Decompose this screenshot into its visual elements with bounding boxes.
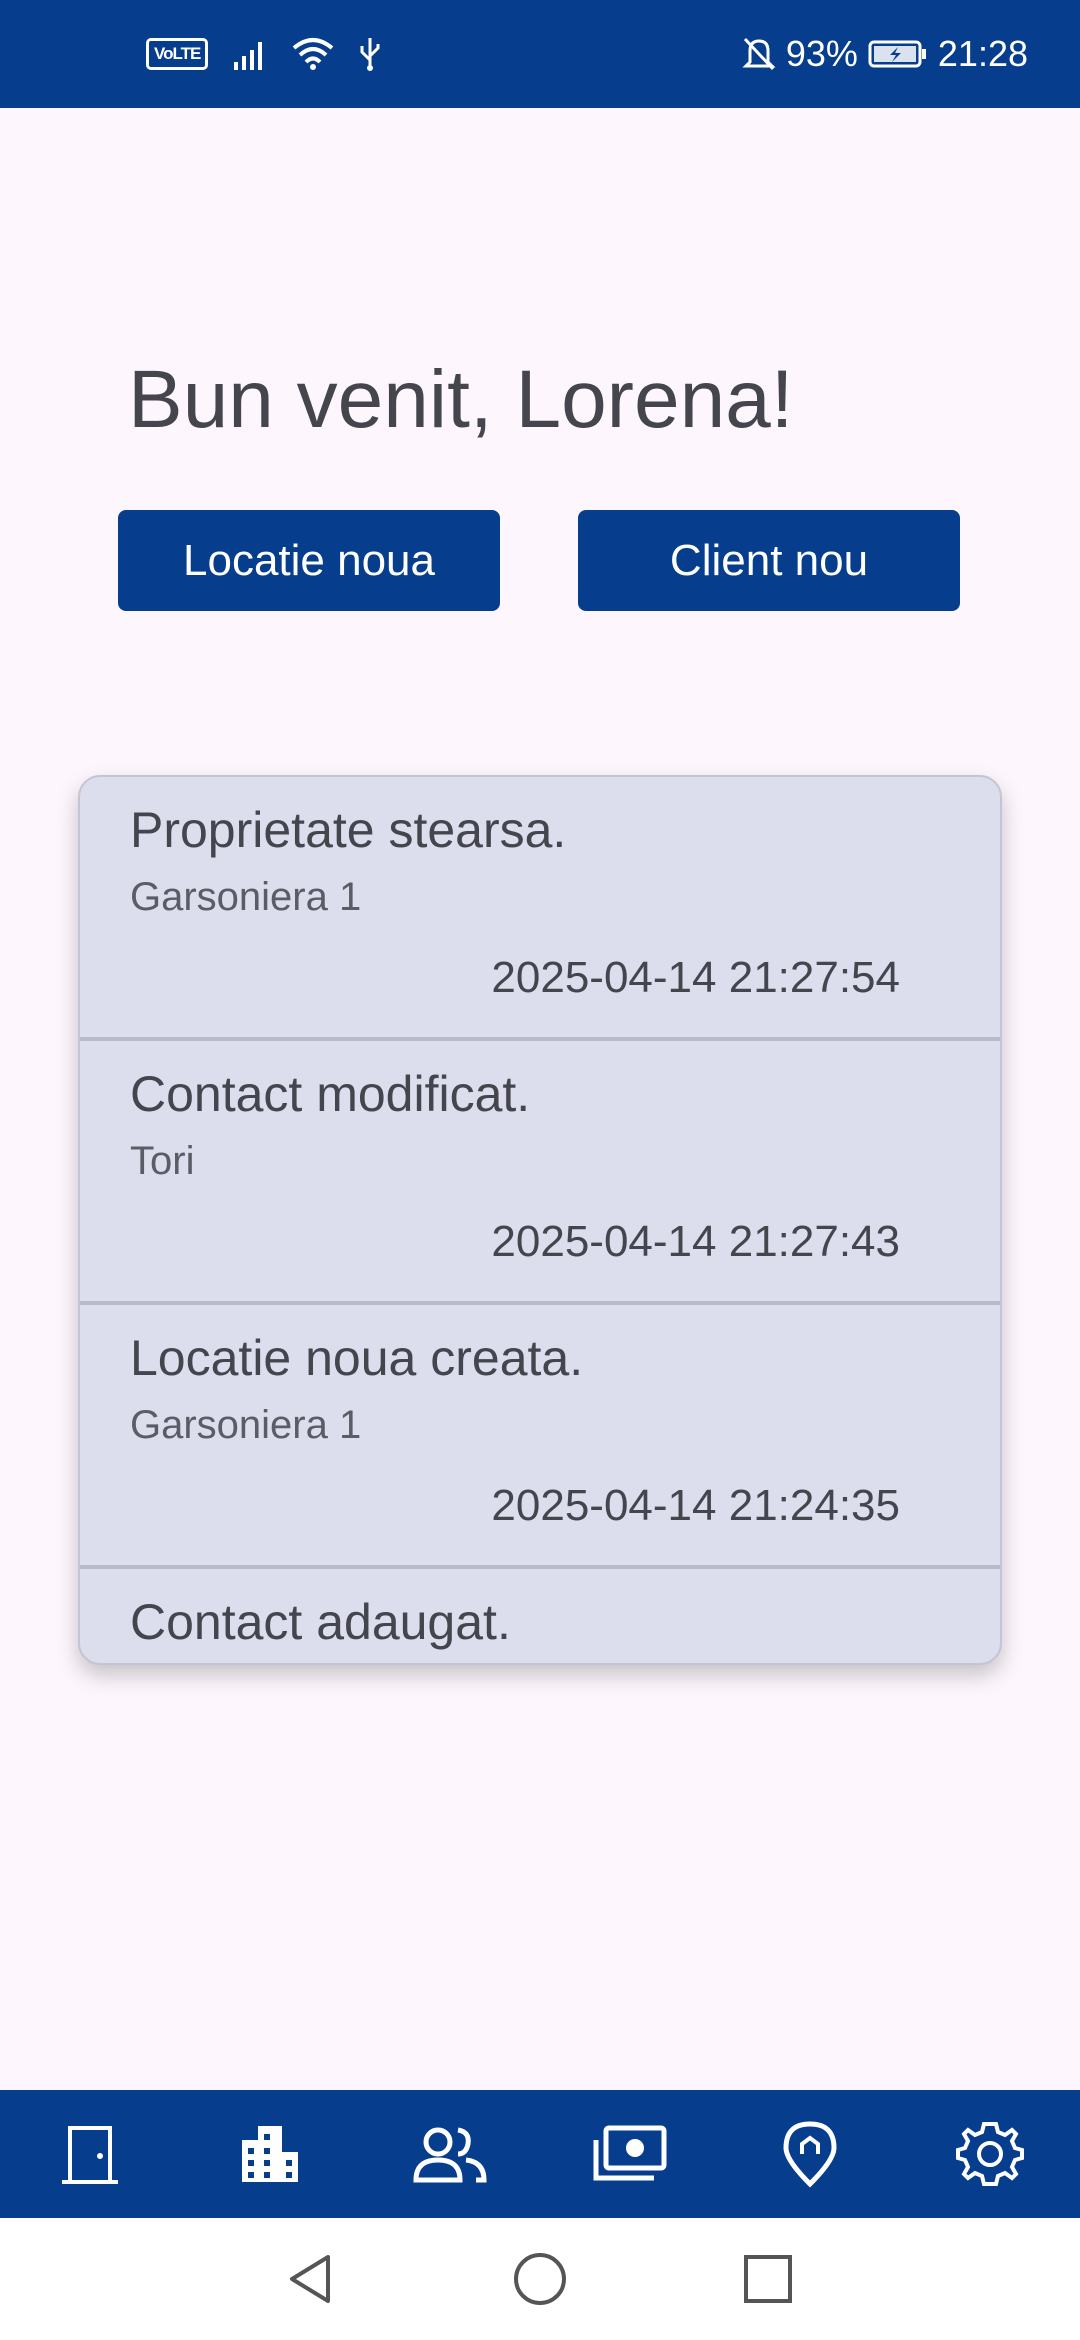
new-client-button[interactable]: Client nou xyxy=(578,510,960,611)
building-icon xyxy=(242,2126,298,2182)
home-icon xyxy=(514,2253,566,2305)
back-button[interactable] xyxy=(250,2218,370,2340)
status-bar: VoLTE 93% 21:28 xyxy=(0,0,1080,108)
status-bar-right: 93% 21:28 xyxy=(742,0,1028,108)
activity-time: 2025-04-14 21:27:43 xyxy=(491,1217,900,1266)
clock: 21:28 xyxy=(937,33,1028,74)
money-icon xyxy=(593,2125,667,2181)
activity-time: 2025-04-14 21:27:54 xyxy=(491,953,900,1002)
usb-icon xyxy=(360,38,380,71)
activity-list[interactable]: Proprietate stearsa. Garsoniera 1 2025-0… xyxy=(78,775,1002,1665)
battery-charging-icon xyxy=(868,40,926,68)
activity-subject: Tori xyxy=(130,1139,195,1183)
door-icon xyxy=(62,2126,118,2184)
battery-percent: 93% xyxy=(785,33,858,74)
people-icon xyxy=(413,2127,487,2183)
activity-title: Contact modificat. xyxy=(130,1066,531,1122)
nav-settings[interactable] xyxy=(930,2094,1050,2214)
activity-subject: Garsoniera 1 xyxy=(130,1403,362,1447)
nav-properties[interactable] xyxy=(30,2094,150,2214)
status-bar-left: VoLTE xyxy=(146,0,382,108)
wifi-icon xyxy=(293,38,334,70)
nav-clients[interactable] xyxy=(390,2094,510,2214)
nav-locations[interactable] xyxy=(210,2094,330,2214)
activity-item: Contact modificat. Tori 2025-04-14 21:27… xyxy=(80,1041,1000,1305)
greeting: Bun venit, Lorena! xyxy=(128,354,794,445)
activity-title: Contact adaugat. xyxy=(130,1594,511,1650)
volte-icon: VoLTE xyxy=(146,38,209,70)
mute-icon xyxy=(742,37,776,71)
activity-title: Proprietate stearsa. xyxy=(130,802,567,858)
system-nav-bar xyxy=(0,2218,1080,2340)
home-button[interactable] xyxy=(480,2218,600,2340)
nav-payments[interactable] xyxy=(570,2094,690,2214)
activity-item: Proprietate stearsa. Garsoniera 1 2025-0… xyxy=(80,777,1000,1041)
location-icon xyxy=(783,2121,837,2188)
recents-icon xyxy=(744,2255,792,2303)
activity-item: Locatie noua creata. Garsoniera 1 2025-0… xyxy=(80,1305,1000,1569)
bottom-nav xyxy=(0,2090,1080,2218)
signal-icon xyxy=(234,42,263,70)
activity-title: Locatie noua creata. xyxy=(130,1330,584,1386)
back-icon xyxy=(290,2255,330,2303)
activity-subject: Garsoniera 1 xyxy=(130,875,362,919)
activity-item: Contact adaugat. xyxy=(80,1569,1000,1663)
recents-button[interactable] xyxy=(708,2218,828,2340)
nav-map[interactable] xyxy=(750,2094,870,2214)
gear-icon xyxy=(956,2122,1024,2186)
new-location-button[interactable]: Locatie noua xyxy=(118,510,500,611)
activity-time: 2025-04-14 21:24:35 xyxy=(491,1481,900,1530)
